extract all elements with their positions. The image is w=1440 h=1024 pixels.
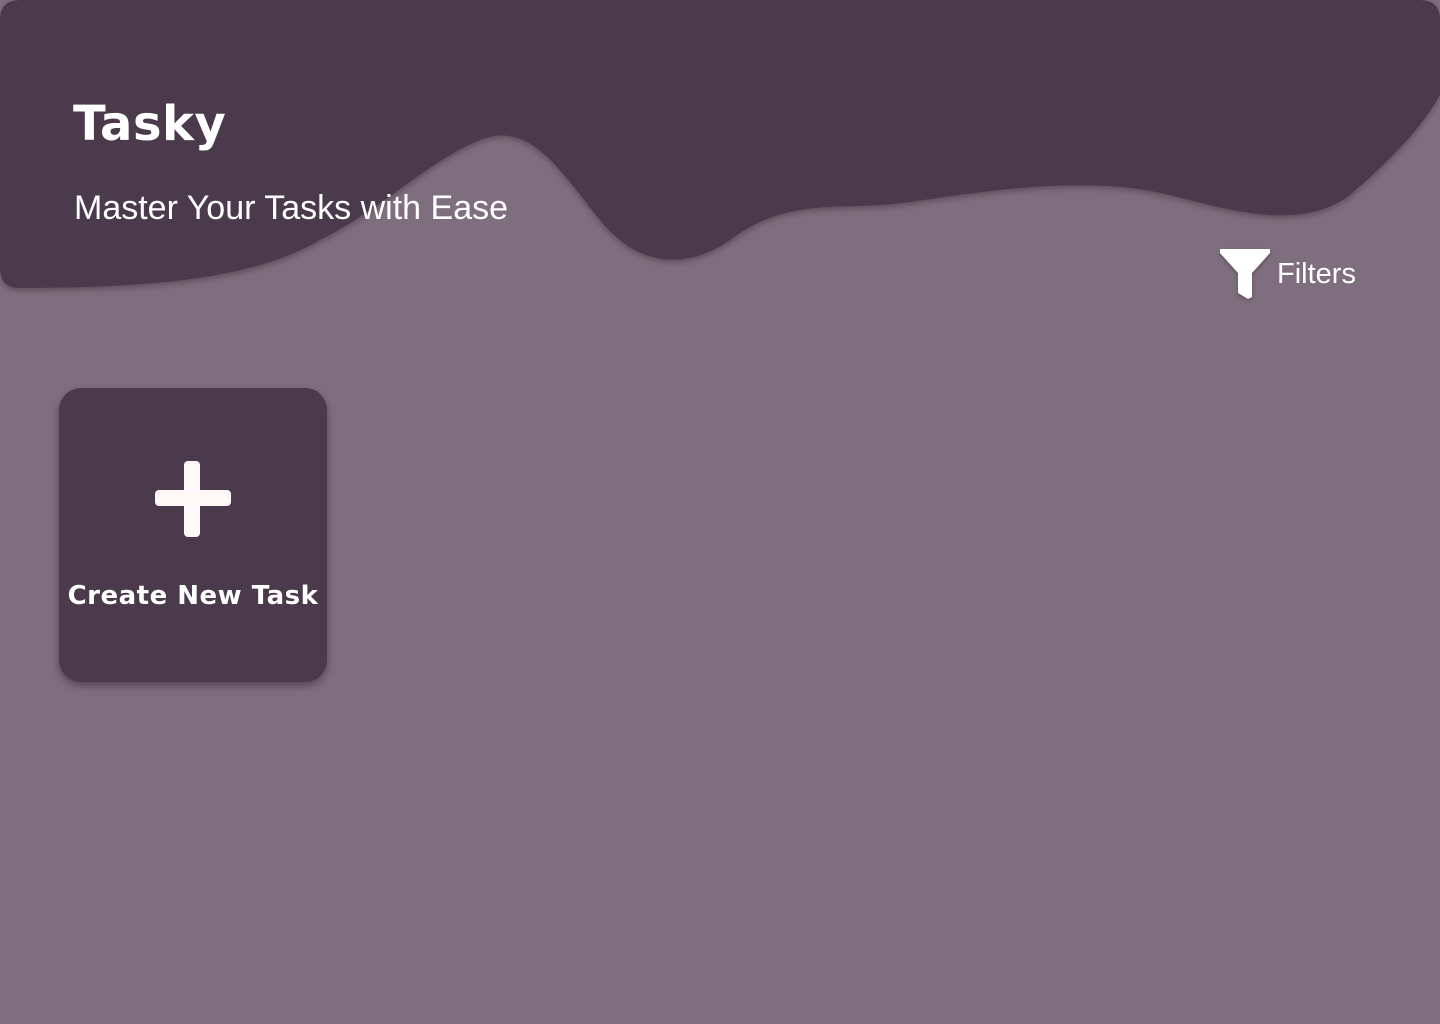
filter-icon — [1218, 247, 1272, 301]
app-root: Tasky Master Your Tasks with Ease Filter… — [0, 0, 1440, 1024]
create-new-task-label: Create New Task — [67, 581, 319, 611]
create-new-task-card[interactable]: Create New Task — [59, 388, 327, 682]
plus-icon — [155, 461, 231, 537]
app-title: Tasky — [73, 96, 227, 152]
filters-button[interactable]: Filters — [1218, 246, 1356, 302]
app-subtitle: Master Your Tasks with Ease — [74, 189, 509, 227]
filters-label: Filters — [1277, 258, 1356, 290]
